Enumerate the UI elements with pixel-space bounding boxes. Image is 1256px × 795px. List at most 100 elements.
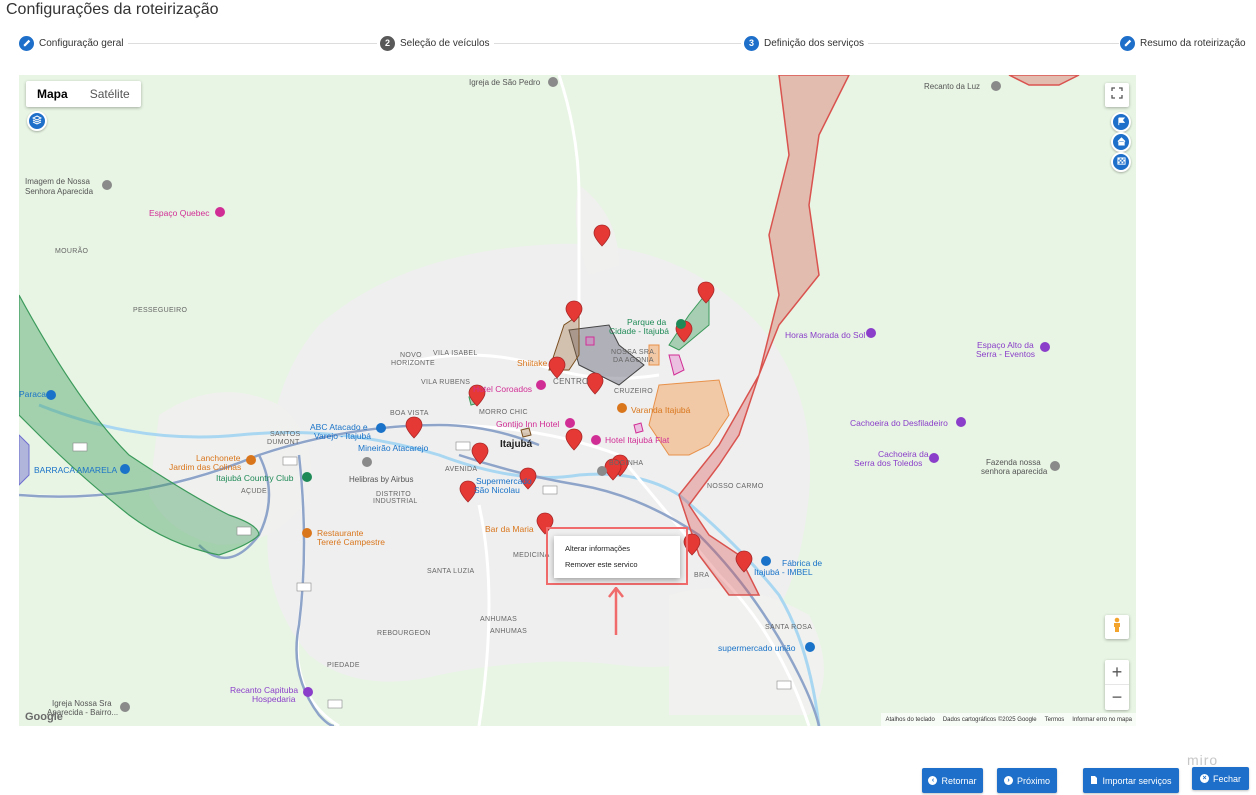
fullscreen-icon <box>1111 86 1123 104</box>
back-button-label: Retornar <box>941 775 977 786</box>
arrow-left-icon: ‹ <box>928 776 938 785</box>
miro-watermark: miro <box>1187 752 1219 768</box>
step-label: Resumo da roteirização <box>1140 37 1246 49</box>
map-view-button[interactable]: Mapa <box>26 81 79 107</box>
map-label: INDUSTRIAL <box>373 498 418 505</box>
report-error-link[interactable]: Informar erro no mapa <box>1072 717 1132 723</box>
map-label: Helibras by Airbus <box>349 475 414 484</box>
close-icon: × <box>1199 774 1209 783</box>
map-label: Igreja Nossa Sra <box>52 699 112 708</box>
flag-button[interactable] <box>1111 112 1131 132</box>
map-label: Cidade - Itajubá <box>609 326 670 336</box>
map-label: São Nicolau <box>474 485 520 495</box>
map-label: Hotel Itajubá Flat <box>605 435 670 445</box>
map-label: Recanto da Luz <box>924 82 981 91</box>
flag-icon <box>1117 113 1126 131</box>
zoom-out-button[interactable]: − <box>1105 685 1129 710</box>
layers-button[interactable] <box>27 111 47 131</box>
map-label: Mineirão Atacarejo <box>358 443 429 453</box>
file-import-icon <box>1090 775 1098 787</box>
zoom-in-button[interactable]: + <box>1105 660 1129 685</box>
checkered-flag-icon <box>1116 153 1126 171</box>
import-button-label: Importar serviços <box>1102 775 1172 786</box>
arrow-up-icon <box>608 587 624 635</box>
map-label: ANHUMAS <box>490 628 528 635</box>
map-label: DISTRITO <box>376 491 411 498</box>
edit-info-menu-item[interactable]: Alterar informações <box>554 541 680 557</box>
terms-link[interactable]: Termos <box>1045 717 1065 723</box>
map-label: Cachoeira do Desfiladeiro <box>850 418 948 428</box>
pegman-icon <box>1111 617 1123 638</box>
step-label: Seleção de veículos <box>400 37 490 49</box>
map-label: Espaço Quebec <box>149 208 210 218</box>
map-label: Hotel Coroados <box>473 384 533 394</box>
map-label: SANTA LUZIA <box>427 568 475 575</box>
satellite-view-button[interactable]: Satélite <box>79 81 141 107</box>
home-button[interactable] <box>1111 132 1131 152</box>
map-label: Itajubá <box>500 439 533 450</box>
next-button-label: Próximo <box>1016 775 1050 786</box>
map-label: Itajubá - IMBEL <box>754 567 813 577</box>
step-summary[interactable]: Resumo da roteirização <box>1120 34 1250 52</box>
back-button[interactable]: ‹ Retornar <box>922 768 983 793</box>
map-label: Tereré Campestre <box>317 537 386 547</box>
fullscreen-button[interactable] <box>1105 83 1129 107</box>
map-label: AVENIDA <box>445 466 478 473</box>
pencil-icon <box>1120 35 1135 51</box>
map-label: NOSSA SRA. <box>611 349 657 356</box>
step-connector <box>855 43 1119 44</box>
map-label: Varanda Itajubá <box>631 405 691 415</box>
map-label: Gontijo Inn Hotel <box>496 419 560 429</box>
map-label: VILA ISABEL <box>433 350 478 357</box>
map-label: Senhora Aparecida <box>25 187 94 196</box>
remove-service-menu-item[interactable]: Remover este servico <box>554 557 680 573</box>
map-label: Bar da Maria <box>485 524 534 534</box>
layers-icon <box>31 112 43 130</box>
marker-context-menu: Alterar informações Remover este servico <box>554 536 680 578</box>
map-label: CRUZEIRO <box>614 388 653 395</box>
map-label: Jardim das Colinas <box>169 462 242 472</box>
map-label: BARRACA AMARELA <box>34 465 118 475</box>
map-label: MEDICINA <box>513 552 550 559</box>
map-label: CENTRO <box>553 377 589 386</box>
route-map[interactable]: Igreja de São Pedro Recanto da Luz Image… <box>19 75 1136 726</box>
next-button[interactable]: › Próximo <box>997 768 1057 793</box>
map-label: Imagem de Nossa <box>25 177 90 186</box>
page-title: Configurações da roteirização <box>6 1 219 18</box>
map-label: BOGINHA <box>609 460 644 467</box>
map-label: Varejo - Itajubá <box>314 431 372 441</box>
close-button-label: Fechar <box>1212 773 1241 784</box>
map-label: DUMONT <box>267 439 300 446</box>
map-data-text: Dados cartográficos ©2025 Google <box>942 716 1037 723</box>
street-view-button[interactable] <box>1105 615 1129 639</box>
google-logo: Google <box>25 711 63 723</box>
map-label: HORIZONTE <box>391 360 435 367</box>
arrow-right-icon: › <box>1003 776 1013 785</box>
map-label: Paraca <box>19 389 46 399</box>
step-general-config[interactable]: Configuração geral <box>19 34 128 52</box>
map-label: BOA VISTA <box>390 410 429 417</box>
step-vehicle-selection[interactable]: 2 Seleção de veículos <box>380 34 494 52</box>
step-connector <box>119 43 377 44</box>
import-services-button[interactable]: Importar serviços <box>1083 768 1179 793</box>
step-label: Definição dos serviços <box>764 37 865 49</box>
step-service-definition[interactable]: 3 Definição dos serviços <box>744 34 869 52</box>
keyboard-shortcuts-link[interactable]: Atalhos do teclado <box>885 717 934 723</box>
zoom-control: + − <box>1105 660 1129 710</box>
map-label: Igreja de São Pedro <box>469 78 541 87</box>
map-label: Fazenda nossa <box>986 458 1041 467</box>
map-label: NOSSO CARMO <box>707 483 764 490</box>
map-type-toggle: Mapa Satélite <box>26 81 141 107</box>
map-label: Hospedaria <box>252 694 296 704</box>
stepper: Configuração geral 2 Seleção de veículos… <box>19 34 1250 52</box>
map-label: BRA <box>694 572 710 579</box>
map-label: Serra - Eventos <box>976 349 1036 359</box>
map-label: supermercado união <box>718 643 796 653</box>
finish-flag-button[interactable] <box>1111 152 1131 172</box>
close-button[interactable]: × Fechar <box>1192 767 1249 790</box>
map-label: DA AGONIA <box>613 357 654 364</box>
map-label: Shiitake <box>517 358 548 368</box>
map-label: SANTOS <box>270 431 301 438</box>
map-label: MOURÃO <box>55 248 89 255</box>
step-number: 3 <box>744 35 759 51</box>
